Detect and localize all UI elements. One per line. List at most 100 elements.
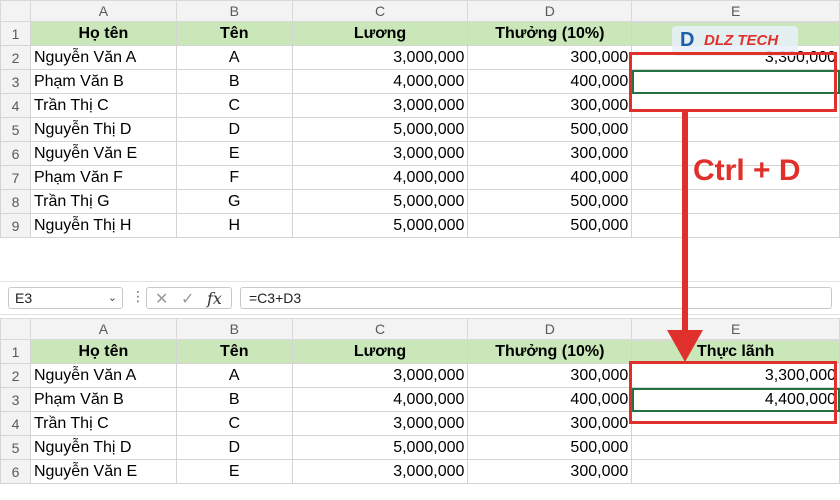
cell-ho-ten[interactable]: Trần Thị C [29, 93, 177, 118]
row-header[interactable]: 6 [0, 459, 31, 484]
column-header-b[interactable]: B [175, 0, 293, 22]
cell-ho-ten[interactable]: Nguyễn Văn E [29, 459, 177, 484]
cell-luong[interactable]: 5,000,000 [291, 117, 469, 142]
cell-thuong[interactable]: 300,000 [467, 93, 633, 118]
cell-thuc-lanh[interactable] [631, 117, 840, 142]
cell-ho-ten[interactable]: Nguyễn Văn A [29, 45, 177, 70]
header-ten[interactable]: Tên [175, 21, 293, 46]
cell-luong[interactable]: 5,000,000 [291, 213, 469, 238]
select-all-corner[interactable] [0, 0, 31, 22]
select-all-corner[interactable] [0, 318, 31, 340]
cell-thuong[interactable]: 300,000 [467, 411, 633, 436]
name-box[interactable]: E3 ⌄ [8, 287, 123, 309]
row-header[interactable]: 1 [0, 21, 31, 46]
cell-thuc-lanh[interactable] [631, 459, 840, 484]
header-thuong[interactable]: Thưởng (10%) [467, 21, 633, 46]
row-header[interactable]: 2 [0, 45, 31, 70]
cell-luong[interactable]: 3,000,000 [291, 363, 469, 388]
cell-luong[interactable]: 3,000,000 [291, 459, 469, 484]
row-header[interactable]: 8 [0, 189, 31, 214]
header-thuc-lanh[interactable]: Thực lãnh [631, 339, 840, 364]
chevron-down-icon[interactable]: ⌄ [108, 288, 117, 308]
row-header[interactable]: 4 [0, 93, 31, 118]
cell-thuong[interactable]: 400,000 [467, 387, 633, 412]
cell-thuong[interactable]: 500,000 [467, 117, 633, 142]
header-thuong[interactable]: Thưởng (10%) [467, 339, 633, 364]
cell-ho-ten[interactable]: Phạm Văn B [29, 69, 177, 94]
cell-thuc-lanh[interactable] [631, 435, 840, 460]
cell-luong[interactable]: 3,000,000 [291, 141, 469, 166]
cell-ho-ten[interactable]: Trần Thị G [29, 189, 177, 214]
enter-check-icon[interactable]: ✓ [181, 289, 194, 309]
cell-ho-ten[interactable]: Phạm Văn F [29, 165, 177, 190]
cell-luong[interactable]: 3,000,000 [291, 45, 469, 70]
row-header[interactable]: 5 [0, 435, 31, 460]
column-header-c[interactable]: C [291, 0, 469, 22]
cell-luong[interactable]: 4,000,000 [291, 387, 469, 412]
cell-luong[interactable]: 4,000,000 [291, 69, 469, 94]
cell-ho-ten[interactable]: Nguyễn Văn E [29, 141, 177, 166]
column-header-c[interactable]: C [291, 318, 469, 340]
formula-input[interactable]: =C3+D3 [240, 287, 832, 309]
cell-ten[interactable]: H [175, 213, 293, 238]
column-header-d[interactable]: D [467, 0, 633, 22]
more-options-icon[interactable]: ⋮ [131, 288, 145, 305]
cell-thuc-lanh[interactable] [631, 189, 840, 214]
row-header[interactable]: 3 [0, 69, 31, 94]
cell-ten[interactable]: B [175, 69, 293, 94]
cell-ho-ten[interactable]: Trần Thị C [29, 411, 177, 436]
column-header-a[interactable]: A [29, 318, 177, 340]
cell-ten[interactable]: E [175, 459, 293, 484]
cell-luong[interactable]: 3,000,000 [291, 411, 469, 436]
header-ho-ten[interactable]: Họ tên [29, 339, 177, 364]
cell-thuong[interactable]: 300,000 [467, 141, 633, 166]
column-header-e[interactable]: E [631, 318, 840, 341]
cell-thuong[interactable]: 400,000 [467, 165, 633, 190]
row-header[interactable]: 3 [0, 387, 31, 412]
cell-thuong[interactable]: 500,000 [467, 213, 633, 238]
cell-ten[interactable]: A [175, 363, 293, 388]
cell-thuong[interactable]: 400,000 [467, 69, 633, 94]
cell-thuc-lanh[interactable] [631, 213, 840, 238]
row-header[interactable]: 4 [0, 411, 31, 436]
cell-ten[interactable]: E [175, 141, 293, 166]
cell-ten[interactable]: B [175, 387, 293, 412]
cell-luong[interactable]: 4,000,000 [291, 165, 469, 190]
cell-ten[interactable]: C [175, 411, 293, 436]
cell-luong[interactable]: 3,000,000 [291, 93, 469, 118]
header-ten[interactable]: Tên [175, 339, 293, 364]
cell-ten[interactable]: F [175, 165, 293, 190]
header-luong[interactable]: Lương [291, 21, 469, 46]
cell-thuong[interactable]: 500,000 [467, 189, 633, 214]
cell-thuong[interactable]: 300,000 [467, 45, 633, 70]
column-header-d[interactable]: D [467, 318, 633, 340]
cell-thuong[interactable]: 300,000 [467, 363, 633, 388]
column-header-a[interactable]: A [29, 0, 177, 22]
cell-ho-ten[interactable]: Nguyễn Thị D [29, 117, 177, 142]
cell-ten[interactable]: D [175, 117, 293, 142]
cell-ten[interactable]: G [175, 189, 293, 214]
row-header[interactable]: 7 [0, 165, 31, 190]
column-header-b[interactable]: B [175, 318, 293, 340]
cell-ho-ten[interactable]: Phạm Văn B [29, 387, 177, 412]
cell-ten[interactable]: D [175, 435, 293, 460]
header-ho-ten[interactable]: Họ tên [29, 21, 177, 46]
cancel-icon[interactable]: ✕ [155, 289, 168, 309]
column-header-e[interactable]: E [631, 0, 840, 23]
cell-thuong[interactable]: 500,000 [467, 435, 633, 460]
cell-ten[interactable]: C [175, 93, 293, 118]
cell-ten[interactable]: A [175, 45, 293, 70]
row-header[interactable]: 6 [0, 141, 31, 166]
cell-luong[interactable]: 5,000,000 [291, 189, 469, 214]
cell-ho-ten[interactable]: Nguyễn Thị H [29, 213, 177, 238]
row-header[interactable]: 2 [0, 363, 31, 388]
cell-thuong[interactable]: 300,000 [467, 459, 633, 484]
row-header[interactable]: 9 [0, 213, 31, 238]
cell-ho-ten[interactable]: Nguyễn Văn A [29, 363, 177, 388]
header-luong[interactable]: Lương [291, 339, 469, 364]
insert-function-icon[interactable]: fx [207, 289, 222, 308]
row-header[interactable]: 5 [0, 117, 31, 142]
cell-luong[interactable]: 5,000,000 [291, 435, 469, 460]
row-header[interactable]: 1 [0, 339, 31, 364]
cell-ho-ten[interactable]: Nguyễn Thị D [29, 435, 177, 460]
